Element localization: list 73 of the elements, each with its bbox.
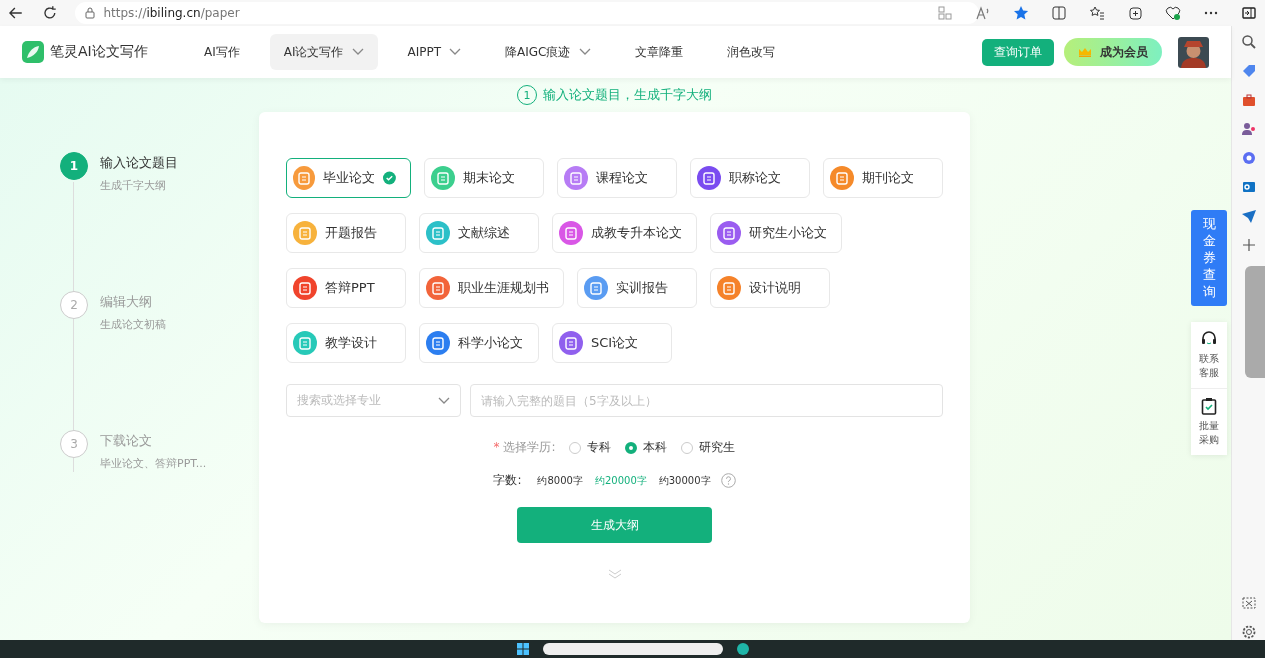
nav-tab[interactable]: 降AIGC痕迹 <box>491 34 605 70</box>
dropdown-icon <box>438 396 450 405</box>
step-title: 编辑大纲 <box>100 293 153 311</box>
address-bar[interactable]: https://ibiling.cn/paper <box>75 2 979 24</box>
member-button[interactable]: 成为会员 <box>1064 38 1163 66</box>
nav-tab[interactable]: AI论文写作 <box>269 34 378 70</box>
windows-icon[interactable] <box>516 643 529 655</box>
paper-type-option[interactable]: 职业生涯规划书 <box>419 268 564 308</box>
browser-icon[interactable] <box>736 643 749 655</box>
clipboard-check-icon <box>1201 397 1218 416</box>
star-icon[interactable] <box>1013 5 1029 21</box>
heart-icon[interactable] <box>1165 5 1181 21</box>
screenshot-icon[interactable] <box>1240 595 1257 611</box>
taskbar-search[interactable] <box>542 643 723 655</box>
crown-icon <box>1078 47 1093 57</box>
split-screen-icon[interactable] <box>1051 5 1067 21</box>
step-number: 2 <box>60 291 88 319</box>
paper-type-option[interactable]: 文献综述 <box>419 213 539 253</box>
step-title: 下载论文 <box>100 432 153 450</box>
customer-service-button[interactable]: 联系客服 <box>1191 322 1228 389</box>
required-mark: * <box>493 440 500 454</box>
education-radio[interactable]: 专科 <box>569 439 612 456</box>
people-icon[interactable] <box>1240 121 1257 137</box>
paper-type-option[interactable]: 教学设计 <box>286 323 406 363</box>
education-radio[interactable]: 研究生 <box>681 439 736 456</box>
step-number: 1 <box>60 152 88 180</box>
favorites-icon[interactable] <box>1089 5 1105 21</box>
nav-tab[interactable]: AI写作 <box>190 34 254 70</box>
briefcase-icon[interactable] <box>1240 92 1257 108</box>
paper-type-option[interactable]: SCI论文 <box>552 323 672 363</box>
paper-type-option[interactable]: 毕业论文 <box>286 158 411 198</box>
word-count-label: 字数: <box>493 472 522 489</box>
education-label: 选择学历: <box>503 440 556 454</box>
paper-type-option[interactable]: 实训报告 <box>577 268 697 308</box>
paper-type-option[interactable]: 课程论文 <box>557 158 677 198</box>
check-icon <box>383 171 396 185</box>
avatar-icon[interactable] <box>1178 36 1210 68</box>
paper-type-option[interactable]: 职称论文 <box>690 158 810 198</box>
word-count-option[interactable]: 约8000字 <box>535 473 585 488</box>
settings-icon[interactable] <box>1240 624 1257 640</box>
word-count-option[interactable]: 约30000字 <box>656 473 713 488</box>
nav-tab[interactable]: 润色改写 <box>712 34 789 70</box>
refresh-icon[interactable] <box>41 5 58 21</box>
read-aloud-icon[interactable] <box>975 5 991 21</box>
paper-type-option[interactable]: 期末论文 <box>424 158 544 198</box>
paper-type-option[interactable]: 科学小论文 <box>419 323 539 363</box>
paper-type-option[interactable]: 设计说明 <box>710 268 830 308</box>
step-subtitle: 生成千字大纲 <box>100 178 167 193</box>
nav-tab[interactable]: 文章降重 <box>620 34 697 70</box>
back-icon[interactable] <box>8 5 24 21</box>
step-number: 3 <box>60 430 88 458</box>
sidebar-icon[interactable] <box>1241 5 1257 21</box>
paper-type-option[interactable]: 研究生小论文 <box>710 213 842 253</box>
nav-tab[interactable]: AIPPT <box>393 34 476 70</box>
lock-icon <box>85 7 96 19</box>
step-subtitle: 毕业论文、答辩PPT... <box>100 456 207 471</box>
leaf-logo-icon <box>22 41 44 63</box>
step-subtitle: 生成论文初稿 <box>100 317 166 332</box>
coupon-query-button[interactable]: 现金券查询 <box>1191 210 1228 307</box>
url-text: https://ibiling.cn/paper <box>103 6 240 20</box>
step-title: 输入论文题目 <box>100 154 178 172</box>
add-icon[interactable] <box>1240 237 1257 253</box>
bulk-purchase-button[interactable]: 批量采购 <box>1191 388 1228 456</box>
education-radio[interactable]: 本科 <box>625 439 668 456</box>
paper-type-option[interactable]: 开题报告 <box>286 213 406 253</box>
banner-text: 输入论文题目，生成千字大纲 <box>543 86 712 104</box>
paper-type-option[interactable]: 成教专升本论文 <box>552 213 697 253</box>
paper-type-option[interactable]: 期刊论文 <box>823 158 943 198</box>
paper-type-option[interactable]: 答辩PPT <box>286 268 406 308</box>
logo-text: 笔灵AI论文写作 <box>50 43 148 61</box>
collections-icon[interactable] <box>1127 5 1143 21</box>
search-icon[interactable] <box>1240 34 1257 50</box>
send-icon[interactable] <box>1240 208 1257 224</box>
